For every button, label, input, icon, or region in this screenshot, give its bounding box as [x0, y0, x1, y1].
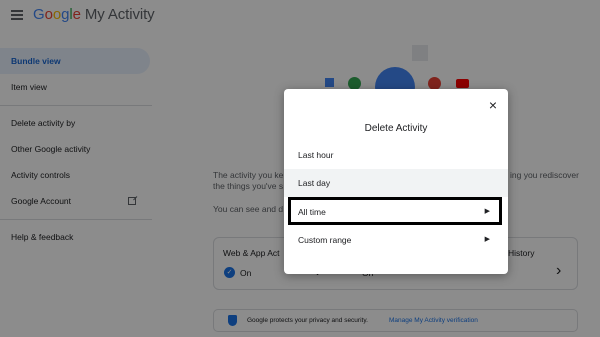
arrow-right-icon: ▶ [484, 236, 490, 243]
option-last-day[interactable]: Last day [284, 169, 508, 197]
selection-highlight-box [288, 197, 502, 225]
option-last-hour[interactable]: Last hour [284, 141, 508, 169]
dialog-title: Delete Activity [364, 123, 428, 134]
option-custom-range[interactable]: Custom range ▶ [284, 226, 508, 254]
close-icon[interactable]: × [489, 97, 497, 113]
delete-activity-dialog: × Delete Activity Last hour Last day All… [284, 89, 508, 274]
